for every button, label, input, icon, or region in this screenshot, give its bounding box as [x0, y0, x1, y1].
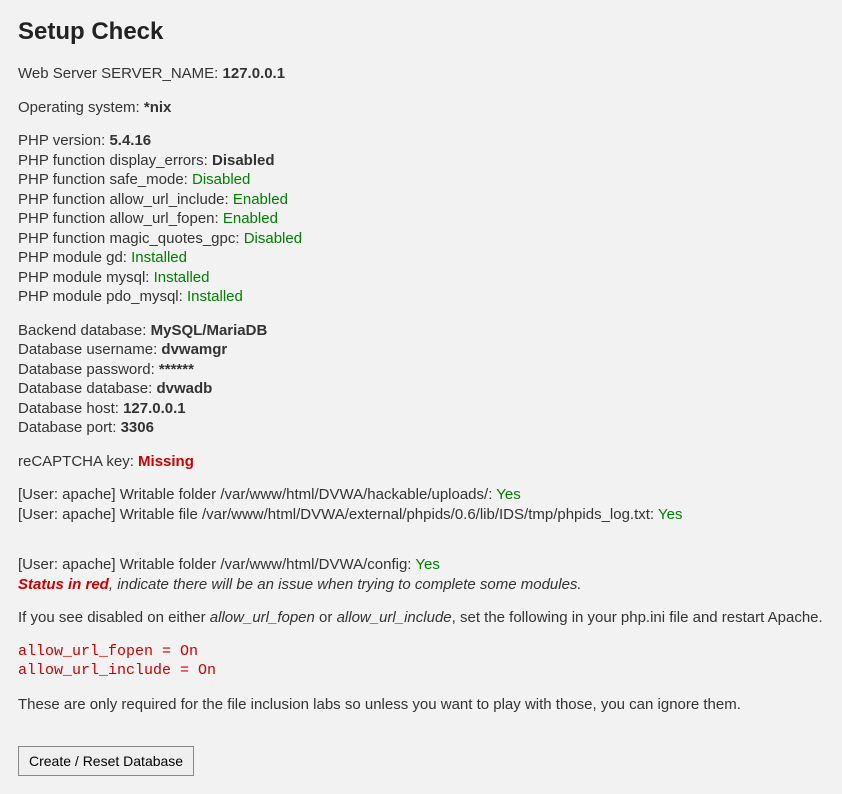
footer-note: These are only required for the file inc…	[18, 696, 741, 713]
db-password-value: ******	[159, 361, 194, 378]
db-port-label: Database port:	[18, 419, 121, 436]
php-magic-quotes-gpc-value: Disabled	[244, 230, 302, 247]
recaptcha-value: Missing	[138, 453, 194, 470]
php-allow-url-include-label: PHP function allow_url_include:	[18, 191, 233, 208]
php-module-pdo-mysql-value: Installed	[187, 288, 243, 305]
allow-url-fopen-italic: allow_url_fopen	[210, 609, 315, 626]
db-database-value: dvwadb	[156, 380, 212, 397]
os-line: Operating system: *nix	[18, 98, 824, 118]
php-magic-quotes-gpc-label: PHP function magic_quotes_gpc:	[18, 230, 244, 247]
db-backend-value: MySQL/MariaDB	[151, 322, 268, 339]
status-red-label: Status in red	[18, 576, 109, 593]
os-value: *nix	[144, 99, 172, 116]
db-host-label: Database host:	[18, 400, 123, 417]
writable-phpids-label: [User: apache] Writable file /var/www/ht…	[18, 506, 658, 523]
server-name-line: Web Server SERVER_NAME: 127.0.0.1	[18, 64, 824, 84]
db-backend-label: Backend database:	[18, 322, 151, 339]
php-module-pdo-mysql-label: PHP module pdo_mysql:	[18, 288, 187, 305]
os-label: Operating system:	[18, 99, 144, 116]
php-allow-url-fopen-label: PHP function allow_url_fopen:	[18, 210, 223, 227]
code-line-1: allow_url_fopen = On	[18, 642, 824, 662]
db-database-label: Database database:	[18, 380, 156, 397]
writable-phpids-value: Yes	[658, 506, 682, 523]
db-block: Backend database: MySQL/MariaDB Database…	[18, 321, 824, 438]
server-name-value: 127.0.0.1	[223, 65, 286, 82]
php-module-gd-value: Installed	[131, 249, 187, 266]
php-allow-url-include-value: Enabled	[233, 191, 288, 208]
writable-block-1: [User: apache] Writable folder /var/www/…	[18, 485, 824, 524]
db-username-value: dvwamgr	[161, 341, 227, 358]
php-safe-mode-value: Disabled	[192, 171, 250, 188]
writable-uploads-label: [User: apache] Writable folder /var/www/…	[18, 486, 496, 503]
db-host-value: 127.0.0.1	[123, 400, 186, 417]
or-text: or	[315, 609, 337, 626]
status-red-rest: , indicate there will be an issue when t…	[109, 576, 582, 593]
php-module-mysql-value: Installed	[154, 269, 210, 286]
php-safe-mode-label: PHP function safe_mode:	[18, 171, 192, 188]
php-module-mysql-label: PHP module mysql:	[18, 269, 154, 286]
writable-config-label: [User: apache] Writable folder /var/www/…	[18, 556, 415, 573]
disabled-note: If you see disabled on either allow_url_…	[18, 608, 824, 628]
php-allow-url-fopen-value: Enabled	[223, 210, 278, 227]
page-title: Setup Check	[18, 18, 824, 46]
code-line-2: allow_url_include = On	[18, 661, 824, 681]
php-module-gd-label: PHP module gd:	[18, 249, 131, 266]
disabled-prefix: If you see disabled on either	[18, 609, 210, 626]
create-reset-database-button[interactable]: Create / Reset Database	[18, 746, 194, 776]
writable-config-value: Yes	[415, 556, 439, 573]
db-password-label: Database password:	[18, 361, 159, 378]
recaptcha-label: reCAPTCHA key:	[18, 453, 138, 470]
php-display-errors-label: PHP function display_errors:	[18, 152, 212, 169]
db-port-value: 3306	[121, 419, 154, 436]
writable-uploads-value: Yes	[496, 486, 520, 503]
disabled-suffix: , set the following in your php.ini file…	[452, 609, 823, 626]
writable-block-2: [User: apache] Writable folder /var/www/…	[18, 555, 824, 594]
php-version-label: PHP version:	[18, 132, 109, 149]
php-version-value: 5.4.16	[109, 132, 151, 149]
code-block: allow_url_fopen = On allow_url_include =…	[18, 642, 824, 681]
allow-url-include-italic: allow_url_include	[337, 609, 452, 626]
php-display-errors-value: Disabled	[212, 152, 275, 169]
db-username-label: Database username:	[18, 341, 161, 358]
php-block: PHP version: 5.4.16 PHP function display…	[18, 131, 824, 307]
server-name-label: Web Server SERVER_NAME:	[18, 65, 223, 82]
